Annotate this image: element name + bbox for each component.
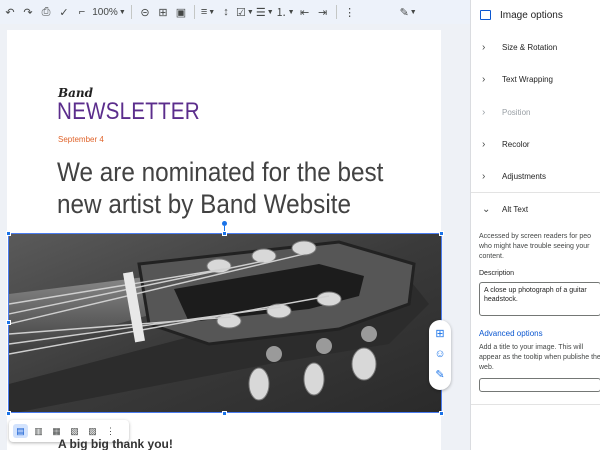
section-size-rotation[interactable]: › Size & Rotation (471, 31, 600, 63)
chevron-down-icon: ⌄ (482, 203, 491, 215)
description-field[interactable]: A close up photograph of a guitar headst… (479, 282, 600, 316)
section-adjustments[interactable]: › Adjustments (471, 160, 600, 192)
panel-title: Image options (500, 9, 563, 21)
section-label: Size & Rotation (502, 42, 558, 52)
emoji-icon[interactable]: ☺ (434, 349, 445, 360)
resize-handle[interactable] (6, 411, 11, 416)
comment-icon[interactable]: ⊞ (155, 2, 171, 22)
behind-text-icon[interactable]: ▧ (67, 424, 82, 438)
document-canvas: Band NEWSLETTER September 4 We are nomin… (0, 24, 470, 450)
suggest-edit-icon[interactable]: ✎ (435, 370, 444, 381)
section-label: Text Wrapping (502, 74, 553, 84)
section-label: Recolor (502, 139, 530, 149)
headline: We are nominated for the best new artist… (57, 157, 384, 219)
rotation-handle[interactable] (222, 221, 227, 226)
section-text-wrapping[interactable]: › Text Wrapping (471, 63, 600, 95)
in-front-icon[interactable]: ▨ (85, 424, 100, 438)
toolbar-divider (194, 5, 195, 19)
side-actions: ⊞ ☺ ✎ (429, 320, 451, 390)
section-position: › Position (471, 96, 600, 128)
add-comment-icon[interactable]: ⊞ (435, 328, 444, 340)
numbered-list-icon[interactable]: ⒈ ▼ (276, 2, 295, 22)
section-alt-text[interactable]: ⌄ Alt Text (471, 193, 600, 225)
advanced-help: Add a title to your image. This will app… (479, 344, 600, 371)
alt-text-help: Accessed by screen readers for peo who m… (479, 233, 592, 260)
more-vert-icon[interactable]: ⋮ (103, 424, 118, 438)
panel-header: Image options (471, 0, 600, 30)
resize-handle[interactable] (439, 411, 444, 416)
pen-icon[interactable]: ✎ ▼ (400, 2, 417, 22)
resize-handle[interactable] (222, 231, 227, 236)
align-icon[interactable]: ≡ ▼ (200, 2, 216, 22)
resize-handle[interactable] (439, 231, 444, 236)
bullets-icon[interactable]: ☰ ▼ (256, 2, 274, 22)
resize-handle[interactable] (222, 411, 227, 416)
image-icon[interactable]: ▣ (173, 2, 189, 22)
toolbar-divider (131, 5, 132, 19)
break-text-icon[interactable]: ▦ (49, 424, 64, 438)
main-toolbar: ↶ ↷ ⎙ ✓ ⌐ 100% ▼ ⊝ ⊞ ▣ ≡ ▼ ↕ ☑ ▼ ☰ ▼ ⒈ ▼ ⇤ ⇥ … (0, 0, 470, 24)
image-icon (480, 10, 491, 20)
undo-icon[interactable]: ↶ (2, 2, 18, 22)
toolbar-divider (335, 5, 337, 19)
paint-format-icon[interactable]: ⌐ (74, 2, 90, 22)
redo-icon[interactable]: ↷ (20, 2, 36, 22)
description-label: Description (479, 270, 515, 277)
document-page[interactable]: Band NEWSLETTER September 4 We are nomin… (6, 30, 444, 450)
chevron-right-icon: › (482, 106, 486, 118)
resize-handle[interactable] (6, 231, 11, 236)
wrap-text-icon[interactable]: ▥ (31, 424, 46, 438)
section-label: Adjustments (502, 171, 547, 181)
link-icon[interactable]: ⊝ (137, 2, 153, 22)
guitar-headstock-image (9, 234, 441, 412)
subheading: A big big thank you! (58, 437, 173, 450)
indent-decrease-icon[interactable]: ⇤ (297, 2, 313, 22)
chevron-right-icon: › (482, 73, 486, 85)
line-spacing-icon[interactable]: ↕ (218, 2, 234, 22)
indent-increase-icon[interactable]: ⇥ (315, 2, 331, 22)
newsletter-date: September 4 (58, 135, 104, 144)
more-icon[interactable]: ⋮ (342, 2, 358, 22)
chevron-right-icon: › (482, 138, 486, 150)
section-recolor[interactable]: › Recolor (471, 128, 600, 160)
section-label: Alt Text (502, 204, 529, 214)
checklist-icon[interactable]: ☑ ▼ (236, 2, 254, 22)
inline-icon[interactable]: ▤ (13, 424, 28, 438)
chevron-right-icon: › (482, 170, 486, 182)
advanced-options-link[interactable]: Advanced options (479, 329, 543, 338)
resize-handle[interactable] (6, 320, 11, 325)
newsletter-title: NEWSLETTER (57, 98, 200, 125)
chevron-right-icon: › (482, 41, 486, 53)
print-icon[interactable]: ⎙ (38, 2, 54, 22)
divider (471, 404, 600, 405)
image-options-panel: Image options › Size & Rotation › Text W… (470, 0, 600, 450)
zoom-select[interactable]: 100% ▼ (92, 2, 126, 22)
zoom-value: 100% (92, 6, 118, 18)
title-field[interactable] (479, 378, 600, 392)
spellcheck-icon[interactable]: ✓ (56, 2, 72, 22)
guitar-photo[interactable] (8, 233, 442, 413)
chevron-down-icon: ▼ (118, 8, 126, 16)
section-label: Position (502, 107, 531, 117)
